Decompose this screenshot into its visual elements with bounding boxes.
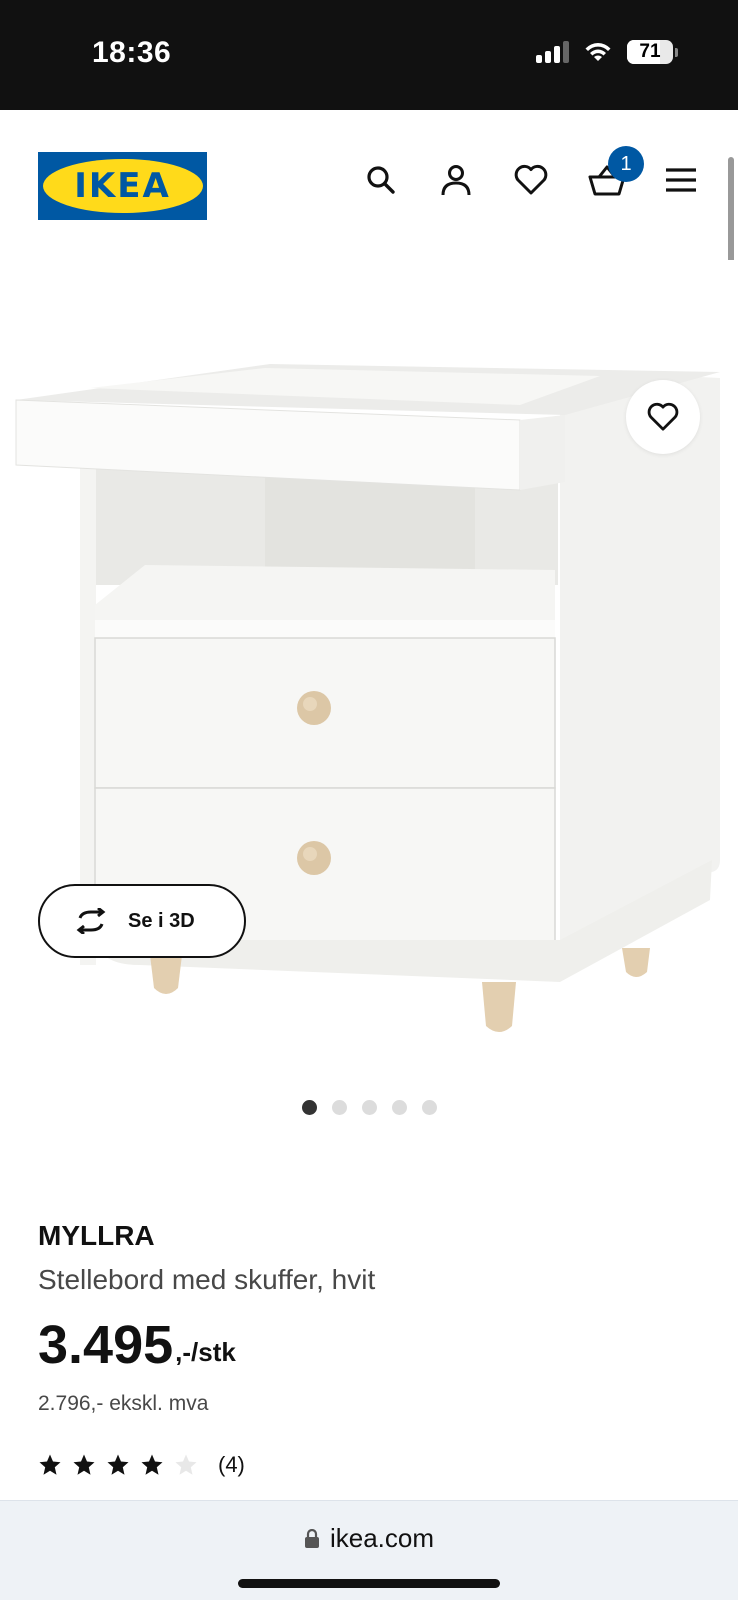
lock-icon [304, 1528, 319, 1548]
star-icon [141, 1454, 163, 1475]
product-price: 3.495 ,-/stk [38, 1318, 236, 1372]
status-bar: 18:36 71 [0, 0, 738, 110]
carousel-dot[interactable] [361, 1100, 377, 1115]
carousel-dot[interactable] [421, 1100, 437, 1115]
browser-address-bar[interactable]: ikea.com [0, 1500, 738, 1600]
image-carousel-dots [0, 1100, 738, 1115]
heart-icon [647, 402, 679, 431]
carousel-dot[interactable] [391, 1100, 407, 1115]
star-icon [73, 1454, 95, 1475]
carousel-dot[interactable] [301, 1100, 317, 1115]
product-name: MYLLRA [38, 1220, 155, 1251]
cart-count-badge: 1 [608, 146, 644, 182]
price-amount: 3.495 [38, 1315, 174, 1375]
price-suffix: ,-/stk [175, 1337, 236, 1367]
url-display[interactable]: ikea.com [0, 1523, 738, 1554]
menu-icon[interactable] [661, 160, 701, 200]
status-time: 18:36 [92, 36, 172, 69]
save-to-favourites-button[interactable] [626, 380, 700, 454]
review-count: (4) [218, 1452, 245, 1477]
price-excl-vat: 2.796,- ekskl. mva [38, 1392, 209, 1415]
rotate-3d-icon [76, 908, 106, 934]
battery-icon: 71 [627, 40, 678, 64]
star-icon [39, 1454, 61, 1475]
home-indicator[interactable] [238, 1579, 500, 1588]
signal-icon [536, 41, 569, 63]
ikea-logo[interactable]: IKEA [38, 152, 207, 220]
status-icons: 71 [536, 40, 678, 64]
search-icon[interactable] [361, 160, 401, 200]
product-rating[interactable]: (4) [38, 1452, 245, 1478]
carousel-dot[interactable] [331, 1100, 347, 1115]
url-text: ikea.com [329, 1523, 435, 1553]
view-in-3d-button[interactable]: Se i 3D [38, 884, 246, 958]
battery-level: 71 [639, 41, 661, 62]
product-description: Stellebord med skuffer, hvit [38, 1264, 376, 1295]
view-in-3d-label: Se i 3D [128, 909, 195, 932]
wifi-icon [585, 43, 611, 61]
heart-icon[interactable] [511, 160, 551, 200]
logo-text: IKEA [74, 166, 171, 206]
site-header: IKEA 1 [0, 110, 738, 260]
account-icon[interactable] [436, 160, 476, 200]
star-icon [107, 1454, 129, 1475]
star-empty-icon [175, 1454, 197, 1475]
